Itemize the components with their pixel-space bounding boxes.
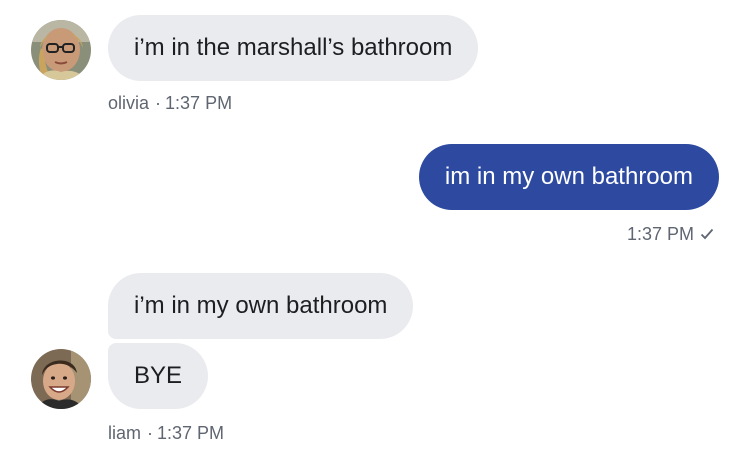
liam-avatar[interactable]	[31, 349, 91, 409]
message-meta-outgoing: 1:37 PM	[627, 224, 714, 246]
checkmark-icon	[700, 225, 714, 246]
sender-name: olivia	[108, 93, 150, 113]
message-bubble-liam-2[interactable]: BYE	[108, 343, 209, 409]
message-bubble-olivia[interactable]: i’m in the marshall’s bathroom	[108, 15, 479, 81]
separator-dot: ·	[147, 423, 154, 443]
olivia-avatar[interactable]	[31, 20, 91, 80]
liam-avatar-image	[31, 349, 91, 409]
message-meta-olivia: olivia · 1:37 PM	[108, 93, 232, 114]
sender-name: liam	[108, 423, 142, 443]
message-bubble-liam-1[interactable]: i’m in my own bathroom	[108, 273, 414, 339]
separator-dot: ·	[155, 93, 162, 113]
message-time: 1:37 PM	[165, 93, 233, 113]
message-time: 1:37 PM	[626, 224, 694, 244]
olivia-avatar-image	[31, 20, 91, 80]
message-time: 1:37 PM	[157, 423, 225, 443]
message-meta-liam: liam · 1:37 PM	[108, 423, 224, 444]
message-bubble-outgoing[interactable]: im in my own bathroom	[418, 144, 719, 210]
